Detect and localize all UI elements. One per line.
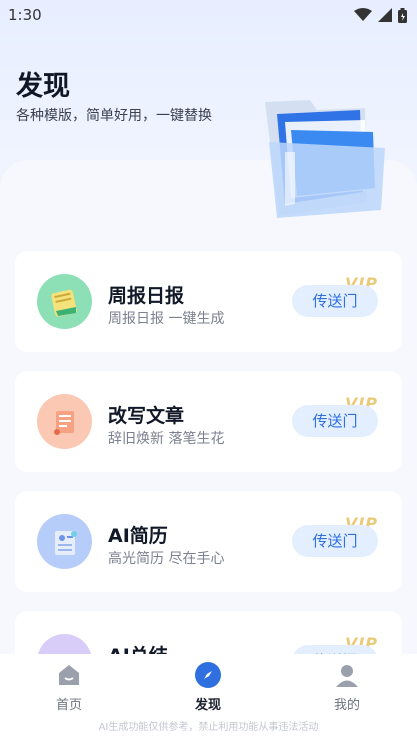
nav-discover-label: 发现: [194, 698, 221, 713]
card-desc: 高光简历 尽在手心: [108, 551, 225, 567]
disclaimer-text: AI生成功能仅供参考，禁止利用功能从事违法活动: [98, 722, 319, 733]
status-bar: 1:30: [0, 0, 417, 30]
compass-icon: [195, 662, 221, 688]
page-subtitle: 各种模版，简单好用，一键替换: [16, 108, 212, 124]
nav-home-label: 首页: [55, 698, 82, 713]
status-icons: [354, 7, 407, 23]
resume-icon: [37, 514, 92, 569]
nav-home[interactable]: 首页: [34, 662, 104, 713]
scroll-icon: [37, 394, 92, 449]
user-icon: [334, 662, 360, 688]
portal-button[interactable]: 传送门: [292, 525, 378, 557]
card-title: 改写文章: [108, 405, 185, 427]
card-rewrite-article[interactable]: 改写文章 辞旧焕新 落笔生花 VIP 传送门: [15, 371, 402, 472]
nav-discover[interactable]: 发现: [173, 662, 243, 713]
status-time: 1:30: [8, 6, 42, 24]
portal-button[interactable]: 传送门: [292, 285, 378, 317]
card-desc: 辞旧焕新 落笔生花: [108, 431, 225, 447]
nav-mine[interactable]: 我的: [312, 662, 382, 713]
card-title: AI简历: [108, 525, 168, 547]
folder-illustration: [265, 100, 385, 218]
card-weekly-report[interactable]: 周报日报 周报日报 一键生成 VIP 传送门: [15, 251, 402, 352]
card-title: 周报日报: [108, 285, 185, 307]
signal-icon: [378, 8, 392, 22]
battery-icon: [398, 7, 407, 23]
card-ai-resume[interactable]: AI简历 高光简历 尽在手心 VIP 传送门: [15, 491, 402, 592]
nav-mine-label: 我的: [333, 698, 360, 713]
notebook-icon: [37, 274, 92, 329]
portal-button[interactable]: 传送门: [292, 405, 378, 437]
wifi-icon: [354, 8, 372, 21]
page-title: 发现: [16, 71, 70, 102]
home-icon: [56, 662, 82, 688]
card-desc: 周报日报 一键生成: [108, 311, 225, 327]
